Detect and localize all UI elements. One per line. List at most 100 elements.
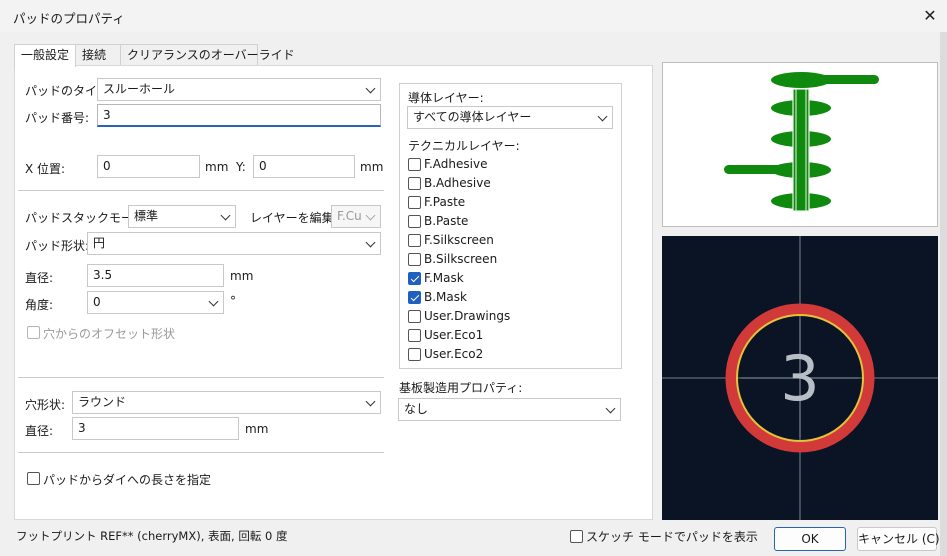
pad-preview-canvas: 3 (662, 236, 938, 520)
edit-layer-label: レイヤーを編集: (250, 211, 338, 225)
x-position-label: X 位置: (25, 162, 66, 176)
y-position-input[interactable]: 0 (253, 155, 355, 178)
layer-label: B.Silkscreen (424, 252, 498, 266)
pad-number-label: パッド番号: (25, 111, 90, 125)
layer-checkbox[interactable] (408, 234, 421, 247)
layers-group: 導体レイヤー: すべての導体レイヤー テクニカルレイヤー: F.Adhesive… (399, 83, 622, 369)
edit-layer-select[interactable]: F.Cu (331, 205, 381, 228)
padstack-preview (662, 62, 938, 227)
chevron-down-icon (365, 210, 376, 221)
layer-checkbox[interactable] (408, 158, 421, 171)
layer-checkbox[interactable] (408, 177, 421, 190)
hole-diameter-input[interactable]: 3 (72, 417, 239, 440)
angle-label: 角度: (25, 298, 54, 312)
layer-label: B.Adhesive (424, 176, 491, 190)
layer-label: B.Paste (424, 214, 469, 228)
hole-diameter-label: 直径: (25, 424, 54, 438)
copper-layers-select[interactable]: すべての導体レイヤー (407, 106, 613, 129)
pad-diameter-label: 直径: (25, 271, 54, 285)
layer-item[interactable]: B.Silkscreen (408, 251, 608, 268)
chevron-down-icon (605, 403, 616, 414)
technical-layers-label: テクニカルレイヤー: (408, 139, 520, 153)
hole-diameter-unit: mm (245, 422, 269, 436)
tab-general[interactable]: 一般設定 (14, 44, 76, 67)
layer-checkbox[interactable] (408, 310, 421, 323)
chevron-down-icon (208, 296, 219, 307)
layer-checkbox[interactable] (408, 253, 421, 266)
layer-item[interactable]: F.Silkscreen (408, 232, 608, 249)
tab-clearance-overrides[interactable]: クリアランスのオーバーライド (120, 44, 295, 66)
pad-shape-label: パッド形状: (25, 239, 90, 253)
chevron-down-icon (220, 210, 231, 221)
layer-checkbox[interactable] (408, 329, 421, 342)
chevron-down-icon (597, 111, 608, 122)
ok-button[interactable]: OK (774, 527, 846, 551)
pad-preview: 3 (662, 236, 938, 520)
layer-item[interactable]: User.Eco1 (408, 327, 608, 344)
layer-checkbox[interactable] (408, 348, 421, 361)
layer-label: User.Eco2 (424, 347, 484, 361)
offset-shape-label: 穴からのオフセット形状 (43, 327, 176, 341)
layer-label: F.Mask (424, 271, 464, 285)
hole-shape-label: 穴形状: (25, 398, 66, 412)
die-length-checkbox[interactable] (27, 472, 40, 485)
layer-item[interactable]: F.Adhesive (408, 156, 608, 173)
pad-layer-shape (724, 165, 804, 174)
layer-item[interactable]: F.Paste (408, 194, 608, 211)
layer-label: B.Mask (424, 290, 467, 304)
angle-unit: ° (230, 294, 236, 308)
layer-item[interactable]: B.Paste (408, 213, 608, 230)
pad-diameter-unit: mm (230, 269, 254, 283)
layer-label: F.Paste (424, 195, 466, 209)
footprint-info: フットプリント REF** (cherryMX), 表面, 回転 0 度 (16, 529, 288, 543)
chevron-down-icon (365, 237, 376, 248)
general-tab-panel: パッドのタイプ: スルーホール パッド番号: 3 X 位置: 0 mm Y: 0… (14, 65, 653, 520)
layer-checkbox[interactable] (408, 215, 421, 228)
copper-layers-label: 導体レイヤー: (408, 91, 484, 105)
chevron-down-icon (365, 396, 376, 407)
fab-property-select[interactable]: なし (398, 398, 621, 421)
sketch-mode-checkbox[interactable] (570, 530, 583, 543)
background-window-edge (940, 32, 947, 556)
pad-type-select[interactable]: スルーホール (97, 78, 381, 101)
layer-checkbox[interactable] (408, 272, 421, 285)
layer-item[interactable]: User.Drawings (408, 308, 608, 325)
angle-select[interactable]: 0 (87, 291, 224, 314)
pad-shape-select[interactable]: 円 (87, 232, 381, 255)
separator (18, 190, 384, 191)
y-position-label: Y: (236, 160, 246, 174)
layer-label: User.Eco1 (424, 328, 484, 342)
layer-item[interactable]: F.Mask (408, 270, 608, 287)
pad-diameter-input[interactable]: 3.5 (87, 264, 224, 287)
layer-item[interactable]: User.Eco2 (408, 346, 608, 363)
close-icon[interactable]: ✕ (918, 4, 942, 28)
padstack-mode-select[interactable]: 標準 (128, 205, 236, 228)
y-unit: mm (360, 160, 384, 174)
layer-checkbox[interactable] (408, 291, 421, 304)
layer-item[interactable]: B.Adhesive (408, 175, 608, 192)
tab-connections[interactable]: 接続 (75, 44, 121, 66)
x-unit: mm (205, 160, 229, 174)
padstack-diagram (724, 72, 879, 212)
cancel-button[interactable]: キャンセル (C) (857, 527, 940, 551)
hole-shape-select[interactable]: ラウンド (72, 391, 381, 414)
pad-number-text: 3 (780, 342, 819, 415)
chevron-down-icon (365, 83, 376, 94)
drill-barrel-shape (792, 88, 810, 212)
die-length-label: パッドからダイへの長さを指定 (43, 473, 212, 487)
window-title: パッドのプロパティ (13, 11, 125, 26)
layer-label: User.Drawings (424, 309, 511, 323)
pad-number-input[interactable]: 3 (97, 104, 381, 127)
title-bar (0, 0, 947, 32)
layer-label: F.Adhesive (424, 157, 488, 171)
pad-layer-shape (801, 75, 879, 84)
separator (18, 452, 384, 453)
x-position-input[interactable]: 0 (97, 155, 200, 178)
layer-label: F.Silkscreen (424, 233, 494, 247)
layer-checkbox[interactable] (408, 196, 421, 209)
fab-property-label: 基板製造用プロパティ: (399, 381, 523, 395)
separator (18, 377, 384, 378)
offset-shape-checkbox[interactable] (27, 326, 40, 339)
layer-item[interactable]: B.Mask (408, 289, 608, 306)
sketch-mode-label: スケッチ モードでパッドを表示 (586, 530, 758, 544)
